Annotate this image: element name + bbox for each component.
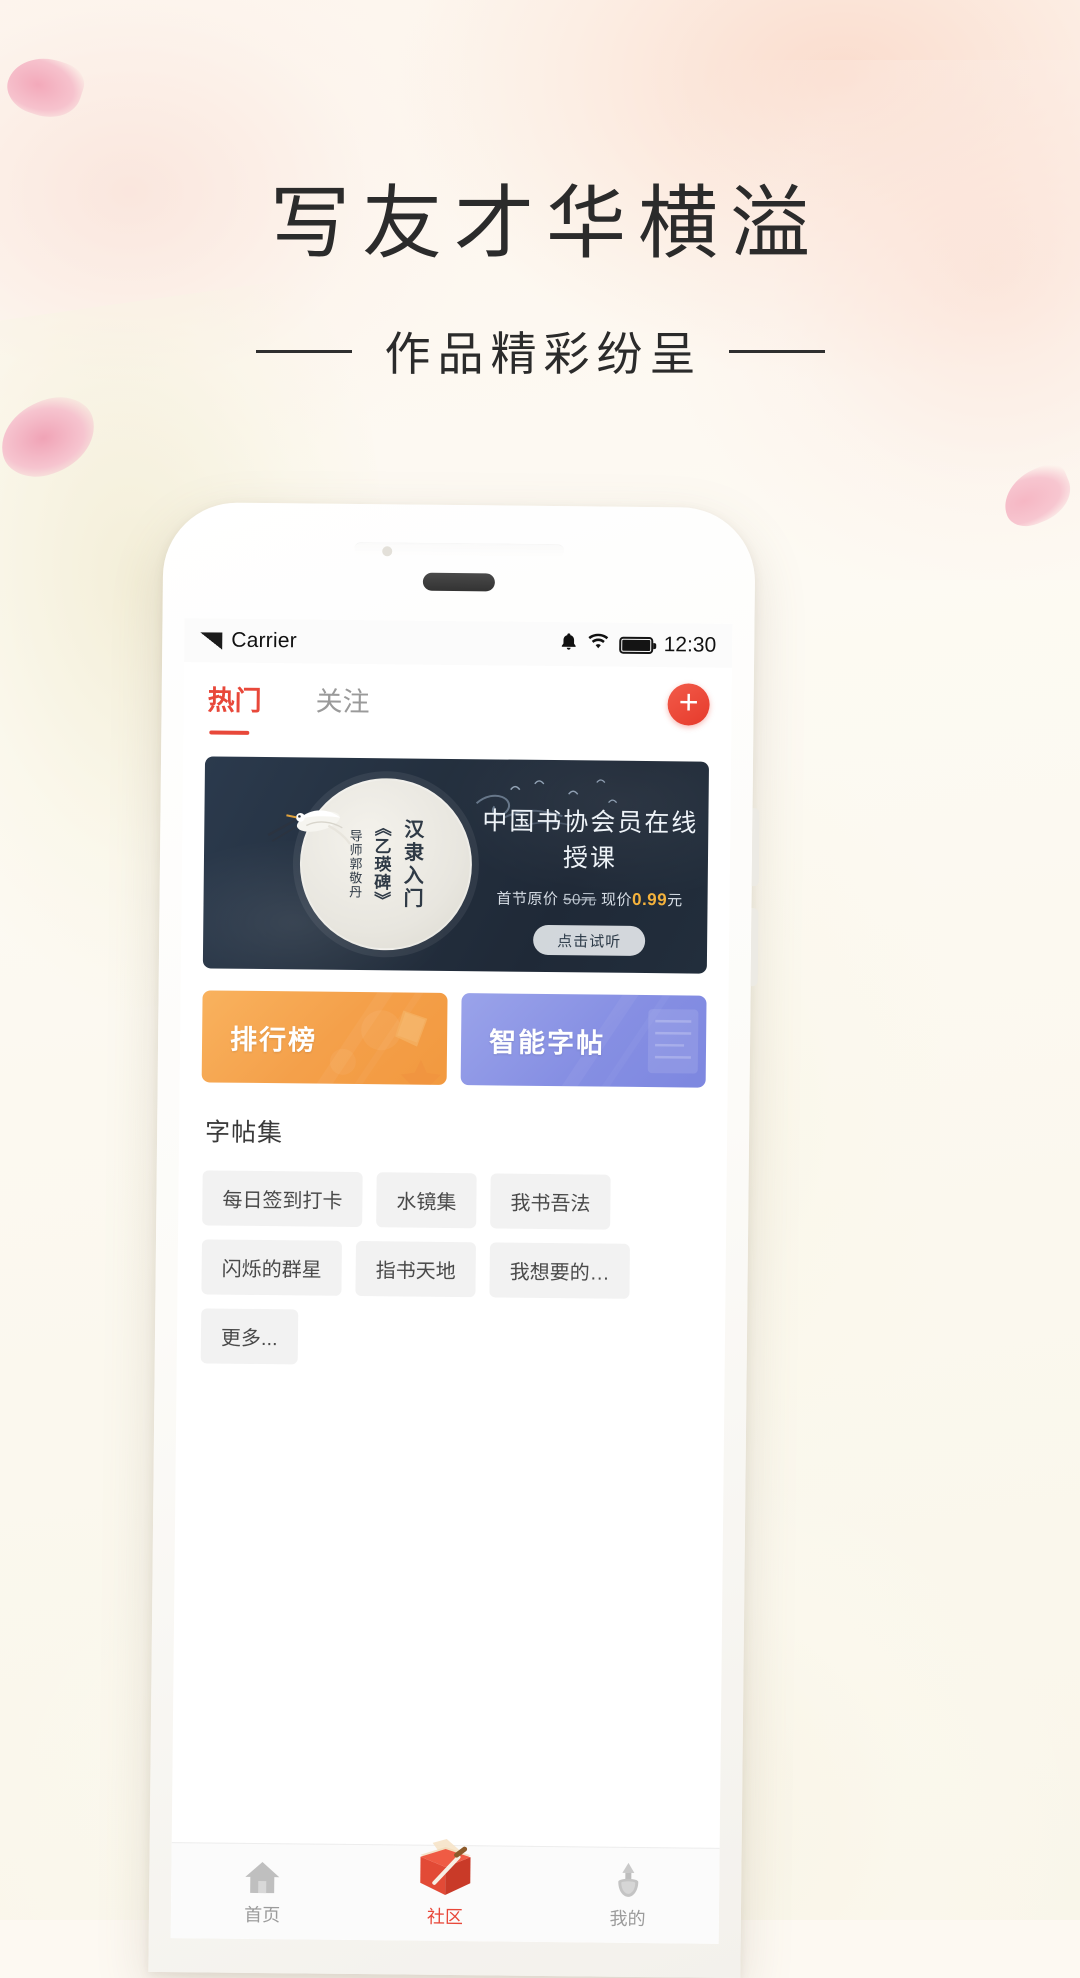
- ranking-card[interactable]: 排行榜: [202, 990, 448, 1085]
- poster-title: 写友才华横溢: [0, 178, 1080, 272]
- tabbar-item-community[interactable]: 社区: [353, 1854, 536, 1930]
- wifi-icon: [588, 632, 610, 656]
- add-post-button[interactable]: +: [667, 683, 709, 725]
- chip-my-method[interactable]: 我书吾法: [490, 1173, 611, 1229]
- seal-main-text: 汉隶入门: [397, 818, 427, 910]
- signal-bars-icon: [200, 632, 222, 649]
- earpiece-speaker: [423, 573, 495, 592]
- phone-screen: Carrier 12:30 热门 关注 +: [171, 618, 733, 1944]
- tabbar-label-profile: 我的: [536, 1904, 719, 1932]
- poster-subtitle: 作品精彩纷呈: [378, 318, 703, 384]
- phone-mockup: Carrier 12:30 热门 关注 +: [148, 502, 755, 1978]
- ranking-card-decoration-icon: [307, 991, 448, 1084]
- price-current: 0.99: [632, 890, 667, 909]
- chip-daily-checkin[interactable]: 每日签到打卡: [202, 1170, 363, 1227]
- poster-subtitle-row: 作品精彩纷呈: [0, 318, 1080, 384]
- community-book-icon: [354, 1836, 537, 1900]
- chip-calligraphy-world[interactable]: 指书天地: [355, 1241, 476, 1297]
- tab-hot[interactable]: 热门: [207, 678, 261, 722]
- battery-full-icon: [620, 636, 654, 653]
- banner-heading: 中国书协会员在线授课: [482, 801, 699, 875]
- home-icon: [171, 1852, 354, 1898]
- front-camera-icon: [382, 546, 392, 556]
- copybook-chip-list: 每日签到打卡 水镜集 我书吾法 闪烁的群星 指书天地 我想要的… 更多...: [201, 1170, 703, 1368]
- poster-headline-block: 写友才华横溢 作品精彩纷呈: [0, 178, 1080, 384]
- banner-cta-button[interactable]: 点击试听: [533, 925, 645, 956]
- tabbar-item-home[interactable]: 首页: [171, 1852, 354, 1928]
- crane-bird-icon: [266, 795, 357, 852]
- phone-side-button: [751, 908, 759, 986]
- banner-price-line: 首节原价 50元 现价0.99元: [481, 887, 697, 910]
- petal-decoration-icon: [1, 48, 89, 126]
- tabbar-item-profile[interactable]: 我的: [536, 1856, 719, 1932]
- smart-copybook-card[interactable]: 智能字帖: [461, 993, 707, 1088]
- price-unit: 元: [667, 892, 683, 909]
- bell-icon: [561, 632, 578, 657]
- subtitle-rule-right: [729, 350, 825, 353]
- price-prefix: 首节原价: [496, 890, 558, 908]
- plus-icon: +: [679, 685, 699, 719]
- status-bar: Carrier 12:30: [184, 618, 732, 668]
- chip-twinkling-stars[interactable]: 闪烁的群星: [201, 1239, 342, 1295]
- promo-banner[interactable]: 汉隶入门 《乙瑛碑》 导师郭敬丹 中国书协会员在线授课 首节原价 50元 现价0…: [203, 756, 709, 973]
- tabbar-label-community: 社区: [353, 1902, 536, 1930]
- feature-card-row: 排行榜 智能字帖: [202, 990, 707, 1087]
- tab-following[interactable]: 关注: [315, 679, 369, 723]
- chip-what-i-want[interactable]: 我想要的…: [489, 1242, 630, 1298]
- smart-copybook-card-label: 智能字帖: [489, 1020, 605, 1060]
- ranking-card-label: 排行榜: [230, 1017, 317, 1057]
- bottom-tab-bar: 首页 社区: [171, 1842, 720, 1944]
- profile-brush-icon: [536, 1856, 719, 1902]
- carrier-label: Carrier: [231, 629, 297, 654]
- seal-title-text: 《乙瑛碑》: [368, 819, 394, 909]
- chip-more[interactable]: 更多...: [201, 1308, 298, 1364]
- price-mid-label: 现价: [601, 892, 632, 909]
- banner-copy-block: 中国书协会员在线授课 首节原价 50元 现价0.99元 点击试听: [481, 801, 699, 956]
- top-tab-bar: 热门 关注 +: [183, 662, 732, 742]
- tabbar-label-home: 首页: [171, 1900, 354, 1928]
- price-original: 50元: [563, 891, 596, 908]
- copybook-section-title: 字帖集: [205, 1112, 727, 1153]
- subtitle-rule-left: [256, 350, 352, 353]
- chip-shuijingji[interactable]: 水镜集: [376, 1172, 477, 1228]
- clock-label: 12:30: [664, 633, 717, 658]
